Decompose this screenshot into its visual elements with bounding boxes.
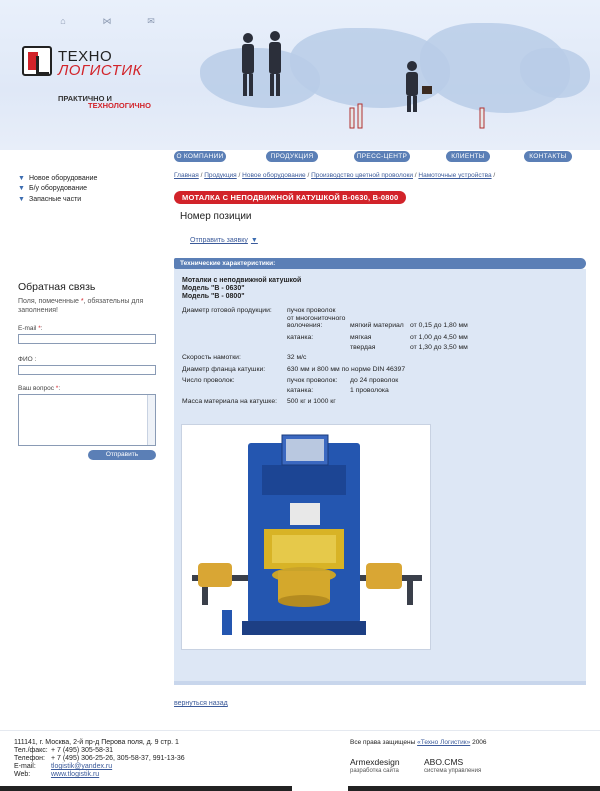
question-label: Ваш вопрос *:: [18, 385, 61, 392]
footer-web-link[interactable]: www.tlogistik.ru: [51, 771, 99, 778]
email-field[interactable]: [18, 334, 156, 344]
header: ⌂ ⋈ ✉ ТЕХНО ЛОГИСТИК ПРАКТИЧНО И ТЕХНОЛО…: [0, 0, 600, 150]
spec-diam-label: Диаметр готовой продукции:: [182, 307, 272, 314]
main-nav: О КОМПАНИИ ПРОДУКЦИЯ ПРЕСС-ЦЕНТР КЛИЕНТЫ…: [174, 151, 586, 163]
nav-press-center[interactable]: ПРЕСС-ЦЕНТР: [354, 151, 410, 162]
spec-twisting: волочения:: [287, 322, 323, 329]
spec-wires-rolling-val: 1 проволока: [350, 387, 389, 394]
home-icon[interactable]: ⌂: [58, 16, 68, 26]
copyright: Все права защищены «Техно Логистик» 2006: [350, 739, 487, 746]
footer-address: 111141, г. Москва, 2-й пр-д Перова поля,…: [14, 739, 179, 746]
spec-soft: мягкая: [350, 334, 372, 341]
spec-header: Технические характеристики:: [174, 258, 586, 269]
sidebar-item-new-equipment[interactable]: ▼ Новое оборудование: [18, 173, 97, 183]
question-textarea[interactable]: [18, 394, 156, 446]
sidebar-item-used-equipment[interactable]: ▼ Б/у оборудование: [18, 184, 97, 194]
feedback-form: Обратная связь Поля, помеченные *, обяза…: [18, 281, 158, 460]
breadcrumb-wire-production[interactable]: Производство цветной проволоки: [311, 172, 413, 179]
breadcrumb-products[interactable]: Продукция: [204, 172, 237, 179]
product-title: МОТАЛКА С НЕПОДВИЖНОЙ КАТУШКОЙ В-0630, В…: [174, 191, 407, 204]
feedback-note: Поля, помеченные *, обязательны для запо…: [18, 298, 144, 314]
spec-mass-label: Масса материала на катушке:: [182, 398, 278, 405]
logo[interactable]: ТЕХНО ЛОГИСТИК: [22, 46, 162, 82]
spec-hard: твердая: [350, 344, 376, 351]
nav-contacts[interactable]: КОНТАКТЫ: [524, 151, 572, 162]
developer-armexdesign[interactable]: Armexdesign разработка сайта: [350, 757, 400, 774]
logo-text-bottom: ЛОГИСТИК: [58, 62, 142, 79]
sidebar-item-label: Новое оборудование: [29, 174, 98, 182]
spec-wires-bundle-val: до 24 проволок: [350, 377, 399, 384]
spec-soft-wire-val: от 0,15 до 1,80 мм: [410, 322, 468, 329]
developer-abo-cms[interactable]: ABO.CMS система управления: [424, 757, 481, 774]
spec-flange-label: Диаметр фланца катушки:: [182, 366, 266, 373]
sidebar-menu: ▼ Новое оборудование ▼ Б/у оборудование …: [18, 173, 97, 205]
footer-contacts: 111141, г. Москва, 2-й пр-д Перова поля,…: [14, 739, 185, 779]
armexdesign-sub: разработка сайта: [350, 768, 399, 774]
breadcrumb-winding-devices[interactable]: Намоточные устройства: [418, 172, 491, 179]
footer-divider: [0, 730, 600, 731]
sidebar-item-label: Б/у оборудование: [29, 185, 88, 192]
top-icons: ⌂ ⋈ ✉: [58, 16, 156, 26]
footer-email-label: E-mail:: [14, 763, 36, 770]
sitemap-icon[interactable]: ⋈: [102, 16, 112, 26]
footer-web-label: Web:: [14, 771, 31, 778]
spec-soft-val: от 1,00 до 4,50 мм: [410, 334, 468, 341]
back-link[interactable]: вернуться назад: [174, 700, 228, 707]
footer-telfax-label: Тел./факс:: [14, 747, 48, 754]
footer-bar-left: [0, 786, 292, 791]
footer-bar-right: [348, 786, 600, 791]
arrow-icon: ▼: [250, 237, 258, 244]
spec-flange-val: 630 мм и 800 мм по норме DIN 46397: [287, 366, 406, 373]
copyright-link[interactable]: «Техно Логистик»: [417, 739, 470, 746]
armexdesign-logo: Armexdesign: [350, 757, 400, 767]
spec-wires-label: Число проволок:: [182, 377, 235, 384]
businessmen-illustration: [242, 31, 485, 129]
abocms-logo: ABO.CMS: [424, 757, 464, 767]
breadcrumb-home[interactable]: Главная: [174, 172, 199, 179]
footer-phone: + 7 (495) 306-25-26, 305-58-37, 991-13-3…: [50, 755, 185, 762]
winding-machine-illustration: [192, 434, 422, 635]
nav-products[interactable]: ПРОДУКЦИЯ: [266, 151, 318, 162]
sidebar-item-spare-parts[interactable]: ▼ Запасные части: [18, 194, 97, 204]
name-field[interactable]: [18, 365, 156, 375]
spec-hard-val: от 1,30 до 3,50 мм: [410, 344, 468, 351]
footer-phone-label: Телефон:: [14, 755, 45, 762]
arrow-icon: ▼: [18, 174, 25, 182]
nav-about[interactable]: О КОМПАНИИ: [174, 151, 226, 162]
product-photo: [181, 424, 431, 650]
logo-mark-icon: [22, 46, 52, 76]
feedback-title: Обратная связь: [18, 281, 96, 293]
spec-rolling: катанка:: [287, 334, 314, 341]
textarea-scrollbar[interactable]: [147, 395, 155, 445]
breadcrumb: Главная / Продукция / Новое оборудование…: [174, 172, 496, 179]
nav-clients[interactable]: КЛИЕНТЫ: [446, 151, 490, 162]
footer-email-link[interactable]: tlogistik@yandex.ru: [51, 763, 112, 770]
arrow-icon: ▼: [18, 195, 25, 203]
position-title: Номер позиции: [180, 211, 252, 222]
name-label: ФИО :: [18, 356, 37, 363]
email-label: E-mail *:: [18, 325, 43, 332]
order-link[interactable]: Отправить заявку ▼: [190, 237, 258, 244]
spec-wires-bundle: пучок проволок:: [287, 377, 338, 384]
abocms-sub: система управления: [424, 768, 482, 774]
spec-speed-val: 32 м/с: [287, 354, 307, 361]
slogan-line2: ТЕХНОЛОГИЧНО: [88, 101, 151, 110]
spec-wires-rolling: катанка:: [287, 387, 314, 394]
spec-soft-wire: мягкий материал: [350, 322, 404, 329]
header-map-image: [180, 8, 600, 138]
arrow-icon: ▼: [18, 185, 25, 192]
spec-heading: Моталки с неподвижной катушкой Модель "B…: [182, 277, 302, 300]
spec-panel-bottom: [174, 681, 586, 685]
spec-mass-val: 500 кг и 1000 кг: [287, 398, 336, 405]
breadcrumb-new-equipment[interactable]: Новое оборудование: [242, 172, 306, 179]
spec-speed-label: Скорость намотки:: [182, 354, 241, 361]
sidebar-item-label: Запасные части: [29, 195, 82, 203]
spec-bundle: пучок проволок: [287, 307, 336, 314]
mail-icon[interactable]: ✉: [146, 16, 156, 26]
feedback-submit-button[interactable]: Отправить: [88, 450, 156, 460]
footer-telfax: + 7 (495) 305-58-31: [50, 747, 114, 754]
